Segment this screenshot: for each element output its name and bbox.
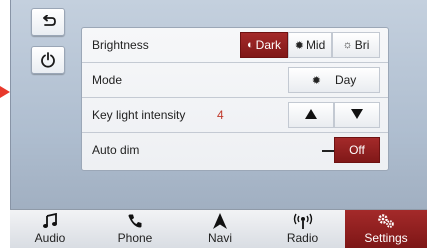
auto-dim-value: Off — [349, 143, 365, 157]
brightness-row: Brightness ◐ Dark ✹ Mid ☼ Bri — [82, 28, 388, 63]
nav-phone[interactable]: Phone — [90, 210, 180, 248]
back-arrow-icon — [39, 15, 57, 29]
nav-settings[interactable]: Settings — [345, 210, 427, 248]
key-light-down-button[interactable] — [334, 102, 380, 128]
nav-navi[interactable]: Navi — [180, 210, 260, 248]
key-light-value: 4 — [217, 108, 224, 122]
antenna-icon — [293, 212, 313, 230]
sun-icon: ✹ — [311, 74, 321, 87]
key-light-label: Key light intensity — [92, 108, 186, 122]
key-light-up-button[interactable] — [288, 102, 334, 128]
nav-navi-label: Navi — [207, 231, 232, 245]
brightness-bri-label: Bri — [354, 38, 370, 52]
auto-dim-row: Auto dim Off — [82, 133, 388, 168]
brightness-mid-button[interactable]: ✹ Mid — [288, 32, 332, 58]
navigation-arrow-icon — [213, 212, 227, 230]
bottom-nav-bar: Audio Phone Navi Radio Settings — [10, 209, 427, 248]
brightness-bri-button[interactable]: ☼ Bri — [332, 32, 380, 58]
phone-icon — [127, 212, 143, 230]
nav-audio[interactable]: Audio — [10, 210, 90, 248]
mode-value: Day — [334, 73, 357, 87]
triangle-down-icon — [351, 108, 363, 122]
nav-radio-label: Radio — [286, 231, 319, 245]
brightness-mid-label: Mid — [305, 38, 326, 52]
triangle-up-icon — [305, 108, 317, 122]
gears-icon — [376, 212, 396, 230]
nav-audio-label: Audio — [34, 231, 66, 245]
auto-dim-label: Auto dim — [92, 143, 140, 157]
mode-label: Mode — [92, 73, 123, 87]
mode-day-button[interactable]: ✹ Day — [288, 67, 380, 93]
key-light-row: Key light intensity 4 — [82, 98, 388, 133]
nav-settings-label: Settings — [364, 231, 408, 245]
brightness-dark-button[interactable]: ◐ Dark — [240, 32, 288, 58]
brightness-dark-label: Dark — [255, 38, 281, 52]
display-settings-panel: Brightness ◐ Dark ✹ Mid ☼ Bri Mode ✹ Day — [81, 27, 389, 171]
brightness-label: Brightness — [92, 38, 149, 52]
pointer-arrow — [0, 86, 10, 98]
power-icon — [40, 52, 56, 68]
sun-bright-icon: ☼ — [342, 39, 353, 51]
nav-phone-label: Phone — [117, 231, 153, 245]
half-circle-icon: ◐ — [247, 39, 254, 51]
sun-medium-icon: ✹ — [294, 39, 304, 52]
mode-row: Mode ✹ Day — [82, 63, 388, 98]
nav-radio[interactable]: Radio — [260, 210, 345, 248]
music-note-icon — [42, 212, 58, 230]
auto-dim-toggle[interactable]: Off — [334, 137, 380, 163]
back-button[interactable] — [31, 8, 65, 36]
power-button[interactable] — [31, 46, 65, 74]
